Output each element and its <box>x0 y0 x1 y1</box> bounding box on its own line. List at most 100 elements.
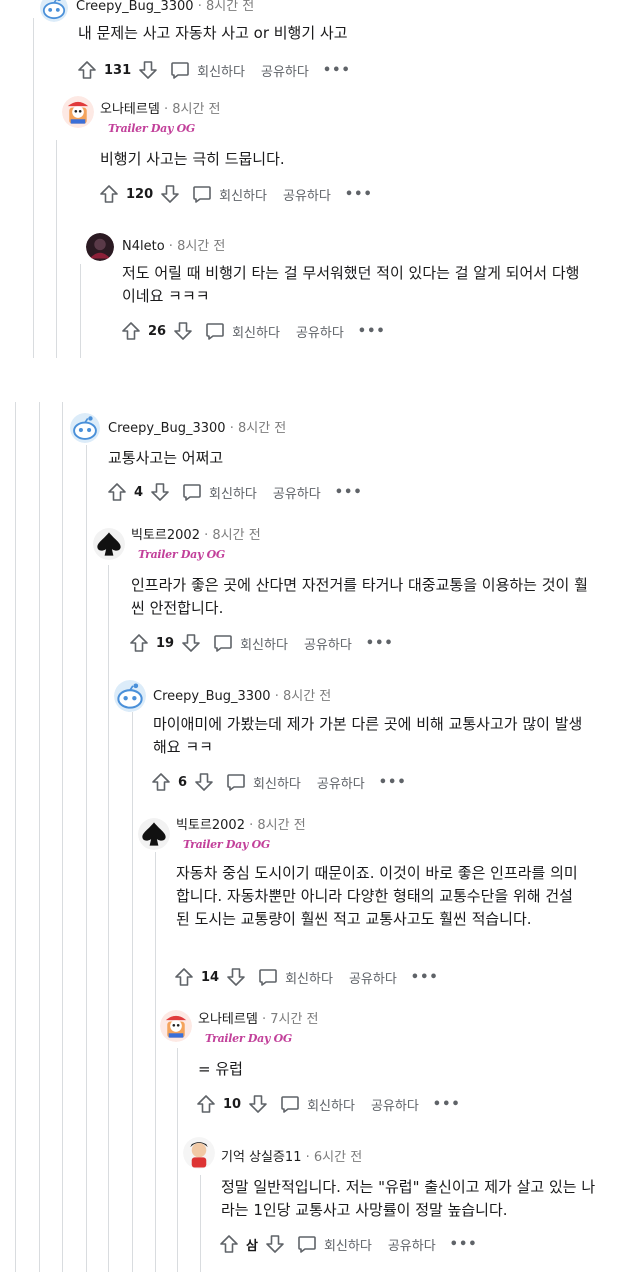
more-options-icon[interactable]: ••• <box>411 970 439 985</box>
username[interactable]: 빅토르2002 <box>176 818 245 833</box>
reply-button[interactable]: 회신하다 <box>257 966 333 988</box>
timestamp[interactable]: 8시간 전 <box>257 818 305 833</box>
reply-button[interactable]: 회신하다 <box>181 481 257 503</box>
downvote-icon[interactable] <box>137 59 159 81</box>
thread-line[interactable] <box>80 264 81 358</box>
upvote-icon[interactable] <box>195 1093 217 1115</box>
reply-button[interactable]: 회신하다 <box>212 632 288 654</box>
reply-button[interactable]: 회신하다 <box>225 771 301 793</box>
comment-text: 정말 일반적입니다. 저는 "유럽" 출신이고 제가 살고 있는 나라는 1인당… <box>221 1178 596 1219</box>
upvote-icon[interactable] <box>120 320 142 342</box>
chat-bubble-icon <box>214 635 232 652</box>
comment-meta: N4leto · 8시간 전 <box>122 239 226 254</box>
more-options-icon[interactable]: ••• <box>335 485 363 500</box>
share-button[interactable]: 공유하다 <box>388 1235 436 1254</box>
share-button[interactable]: 공유하다 <box>371 1095 419 1114</box>
comment-text: 자동차 중심 도시이기 때문이죠. 이것이 바로 좋은 인프라를 의미합니다. … <box>176 864 578 928</box>
reply-button[interactable]: 회신하다 <box>279 1093 355 1115</box>
timestamp[interactable]: 8시간 전 <box>238 421 286 436</box>
downvote-icon[interactable] <box>159 183 181 205</box>
thread-line[interactable] <box>39 402 40 1272</box>
timestamp[interactable]: 6시간 전 <box>314 1150 362 1165</box>
more-options-icon[interactable]: ••• <box>323 63 351 78</box>
username[interactable]: 빅토르2002 <box>131 528 200 543</box>
reply-button[interactable]: 회신하다 <box>169 59 245 81</box>
share-button[interactable]: 공유하다 <box>283 185 331 204</box>
username[interactable]: N4leto <box>122 239 165 254</box>
comment-text: 교통사고는 어쩌고 <box>108 449 224 467</box>
upvote-icon[interactable] <box>76 59 98 81</box>
more-options-icon[interactable]: ••• <box>379 775 407 790</box>
comment-actions: 14 회신하다 공유하다 ••• <box>173 965 439 989</box>
share-button[interactable]: 공유하다 <box>296 322 344 341</box>
share-button[interactable]: 공유하다 <box>273 483 321 502</box>
timestamp[interactable]: 8시간 전 <box>206 0 254 14</box>
more-options-icon[interactable]: ••• <box>450 1237 478 1252</box>
vote-score: 26 <box>148 323 167 339</box>
comment-actions: 19 회신하다 공유하다 ••• <box>128 631 394 655</box>
username[interactable]: Creepy_Bug_3300 <box>76 0 194 14</box>
thread-line[interactable] <box>62 402 63 1272</box>
reddit-snoo-avatar[interactable] <box>114 680 146 712</box>
comment-actions: 26 회신하다 공유하다 ••• <box>120 319 386 343</box>
more-options-icon[interactable]: ••• <box>345 187 373 202</box>
downvote-icon[interactable] <box>193 771 215 793</box>
downvote-icon[interactable] <box>172 320 194 342</box>
chat-bubble-icon <box>206 323 224 340</box>
username[interactable]: 기억 상실증11 <box>221 1150 301 1165</box>
comment-text: 비행기 사고는 극히 드뭅니다. <box>100 150 285 168</box>
dark-avatar[interactable] <box>86 233 114 261</box>
spade-avatar[interactable] <box>93 528 125 560</box>
character-avatar[interactable] <box>183 1137 215 1169</box>
upvote-icon[interactable] <box>218 1233 240 1255</box>
comment-text: 마이애미에 가봤는데 제가 가본 다른 곳에 비해 교통사고가 많이 발생해요 … <box>153 715 583 756</box>
timestamp[interactable]: 8시간 전 <box>212 528 260 543</box>
share-button[interactable]: 공유하다 <box>261 61 309 80</box>
reddit-snoo-avatar[interactable] <box>40 0 68 22</box>
reply-button[interactable]: 회신하다 <box>204 320 280 342</box>
chat-bubble-icon <box>281 1096 299 1113</box>
timestamp[interactable]: 8시간 전 <box>283 689 331 704</box>
upvote-icon[interactable] <box>106 481 128 503</box>
reply-button[interactable]: 회신하다 <box>296 1233 372 1255</box>
share-button[interactable]: 공유하다 <box>349 968 397 987</box>
upvote-icon[interactable] <box>150 771 172 793</box>
cartoon-avatar[interactable] <box>62 96 94 128</box>
spade-avatar[interactable] <box>138 818 170 850</box>
thread-line[interactable] <box>56 140 57 358</box>
thread-line[interactable] <box>15 402 16 1272</box>
timestamp[interactable]: 8시간 전 <box>177 239 225 254</box>
upvote-icon[interactable] <box>98 183 120 205</box>
thread-line[interactable] <box>177 1048 178 1272</box>
username[interactable]: 오나테르뎀 <box>198 1012 258 1027</box>
timestamp[interactable]: 7시간 전 <box>270 1012 318 1027</box>
share-button[interactable]: 공유하다 <box>304 634 352 653</box>
upvote-icon[interactable] <box>173 966 195 988</box>
thread-line[interactable] <box>33 18 34 358</box>
more-options-icon[interactable]: ••• <box>366 636 394 651</box>
thread-line[interactable] <box>200 1175 201 1272</box>
more-options-icon[interactable]: ••• <box>358 324 386 339</box>
downvote-icon[interactable] <box>247 1093 269 1115</box>
thread-line[interactable] <box>155 852 156 1272</box>
reply-button[interactable]: 회신하다 <box>191 183 267 205</box>
upvote-icon[interactable] <box>128 632 150 654</box>
thread-line[interactable] <box>108 565 109 1272</box>
share-button[interactable]: 공유하다 <box>317 773 365 792</box>
downvote-icon[interactable] <box>264 1233 286 1255</box>
thread-line[interactable] <box>132 712 133 1272</box>
downvote-icon[interactable] <box>225 966 247 988</box>
username[interactable]: 오나테르뎀 <box>100 102 160 117</box>
comment-meta: 빅토르2002 · 8시간 전 <box>131 528 261 543</box>
chat-bubble-icon <box>259 969 277 986</box>
username[interactable]: Creepy_Bug_3300 <box>153 689 271 704</box>
reddit-snoo-avatar[interactable] <box>70 413 100 443</box>
cartoon-avatar[interactable] <box>160 1010 192 1042</box>
thread-line[interactable] <box>86 445 87 1272</box>
username[interactable]: Creepy_Bug_3300 <box>108 421 226 436</box>
comment-meta: Creepy_Bug_3300 · 8시간 전 <box>153 689 332 704</box>
downvote-icon[interactable] <box>149 481 171 503</box>
downvote-icon[interactable] <box>180 632 202 654</box>
more-options-icon[interactable]: ••• <box>433 1097 461 1112</box>
timestamp[interactable]: 8시간 전 <box>172 102 220 117</box>
